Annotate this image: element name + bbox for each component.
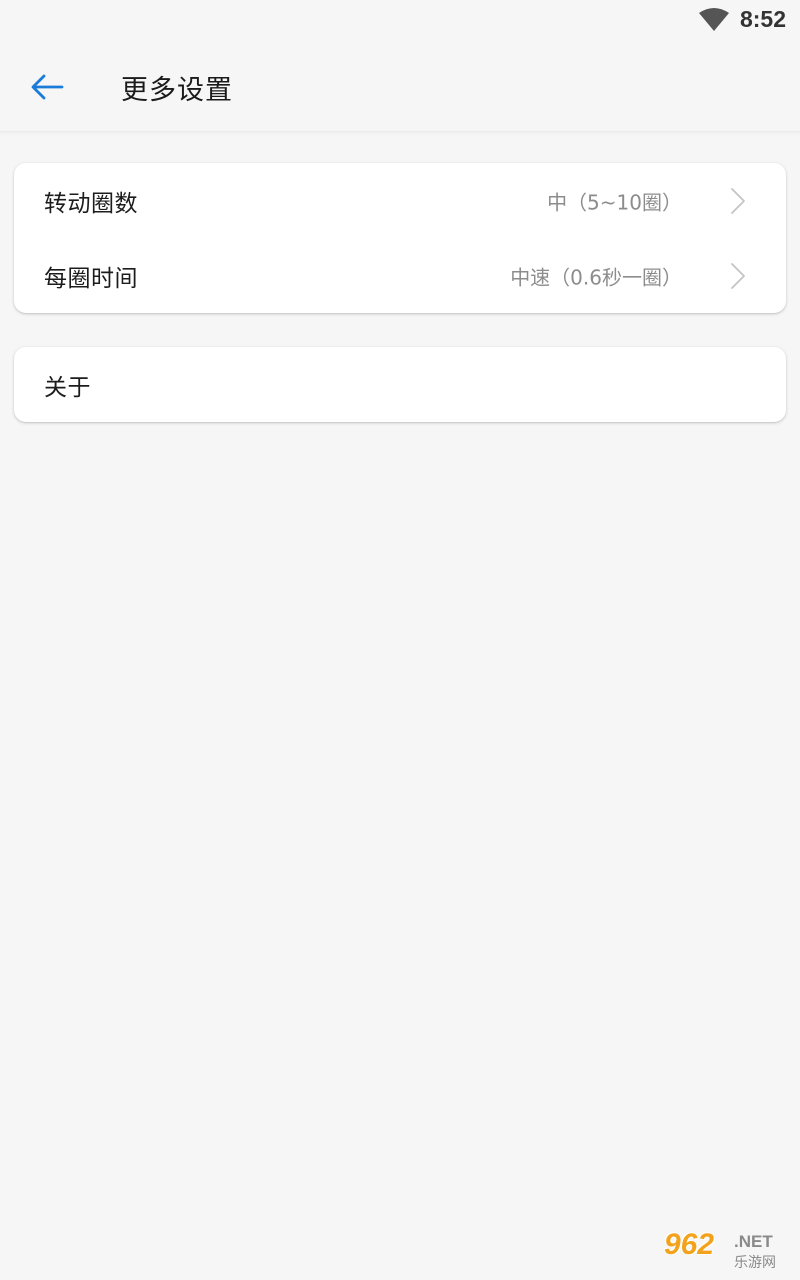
settings-card: 转动圈数 中（5~10圈） 每圈时间 中速（0.6秒一圈）: [14, 163, 786, 313]
watermark-brand: 962: [664, 1228, 715, 1261]
wifi-icon: [699, 8, 729, 31]
page-title: 更多设置: [121, 75, 233, 106]
app-bar: 更多设置: [0, 40, 800, 132]
chevron-right-icon: [731, 262, 745, 289]
watermark-suffix: .NET: [734, 1232, 773, 1251]
setting-label-time-per-turn: 每圈时间: [44, 265, 138, 292]
setting-value-time-per-turn: 中速（0.6秒一圈）: [510, 265, 682, 289]
back-button[interactable]: [22, 66, 72, 108]
arrow-left-icon: [31, 74, 64, 100]
watermark-subtitle: 乐游网: [734, 1255, 776, 1271]
setting-row-time-per-turn[interactable]: 每圈时间 中速（0.6秒一圈）: [14, 238, 786, 313]
status-time: 8:52: [739, 6, 786, 32]
status-bar: 8:52: [0, 0, 800, 40]
watermark-logo: 962 .NET 乐游网: [658, 1228, 792, 1274]
setting-row-rotation-count[interactable]: 转动圈数 中（5~10圈）: [14, 163, 786, 238]
about-card: 关于: [14, 347, 786, 422]
about-row[interactable]: 关于: [14, 347, 786, 422]
setting-value-rotation-count: 中（5~10圈）: [547, 190, 682, 214]
screen: 8:52 更多设置 转动圈数 中（5~10圈） 每圈时间 中速（0.6秒一圈） …: [0, 0, 800, 1280]
setting-label-rotation-count: 转动圈数: [44, 190, 138, 217]
about-label: 关于: [44, 374, 91, 401]
chevron-right-icon: [731, 187, 745, 214]
